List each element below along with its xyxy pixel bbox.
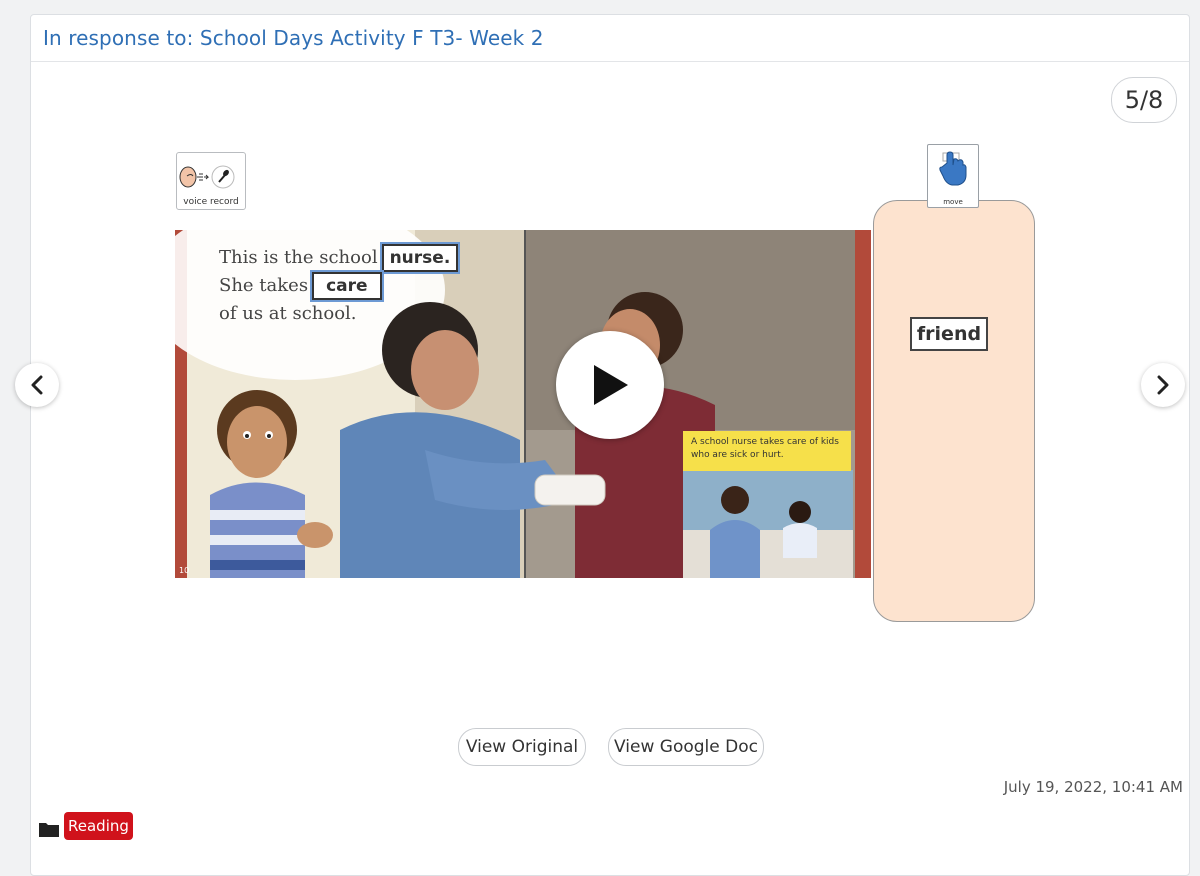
story-line-2: She takes care xyxy=(219,270,458,302)
word-chip[interactable]: friend xyxy=(910,317,988,351)
story-line-2-text: She takes xyxy=(219,275,309,296)
view-original-button[interactable]: View Original xyxy=(458,728,586,766)
move-label: move xyxy=(943,198,963,206)
folder-icon xyxy=(39,823,59,837)
next-button[interactable] xyxy=(1141,363,1185,407)
word-drop-zone[interactable] xyxy=(873,200,1035,622)
tag-reading[interactable]: Reading xyxy=(64,812,133,840)
voice-record-icon xyxy=(179,165,235,189)
chevron-right-icon xyxy=(1157,375,1169,395)
voice-record-label: voice record xyxy=(183,197,239,207)
story-line-1-text: This is the school xyxy=(219,247,378,268)
story-line-1: This is the school nurse. xyxy=(219,242,461,274)
story-line-3: of us at school. xyxy=(219,303,357,324)
word-box-care[interactable]: care xyxy=(310,270,384,302)
play-button[interactable] xyxy=(556,331,664,439)
video-thumbnail[interactable]: 10 This is the school nurse. She takes car… xyxy=(175,230,871,578)
response-title[interactable]: In response to: School Days Activity F T… xyxy=(43,26,544,50)
move-card[interactable]: move xyxy=(927,144,979,208)
word-box-nurse[interactable]: nurse. xyxy=(379,242,461,274)
voice-record-card[interactable]: voice record xyxy=(176,152,246,210)
play-icon xyxy=(594,365,628,405)
story-text: This is the school nurse. She takes care o… xyxy=(219,242,461,328)
response-card: In response to: School Days Activity F T… xyxy=(15,14,1190,876)
photo-caption: A school nurse takes care of kids who ar… xyxy=(683,431,851,471)
svg-text:10: 10 xyxy=(179,566,189,575)
view-google-doc-button[interactable]: View Google Doc xyxy=(608,728,764,766)
move-hand-icon xyxy=(939,151,967,186)
chevron-left-icon xyxy=(31,375,43,395)
timestamp: July 19, 2022, 10:41 AM xyxy=(1003,778,1183,796)
previous-button[interactable] xyxy=(15,363,59,407)
card-header: In response to: School Days Activity F T… xyxy=(31,15,1189,62)
page-counter: 5/8 xyxy=(1111,77,1177,123)
